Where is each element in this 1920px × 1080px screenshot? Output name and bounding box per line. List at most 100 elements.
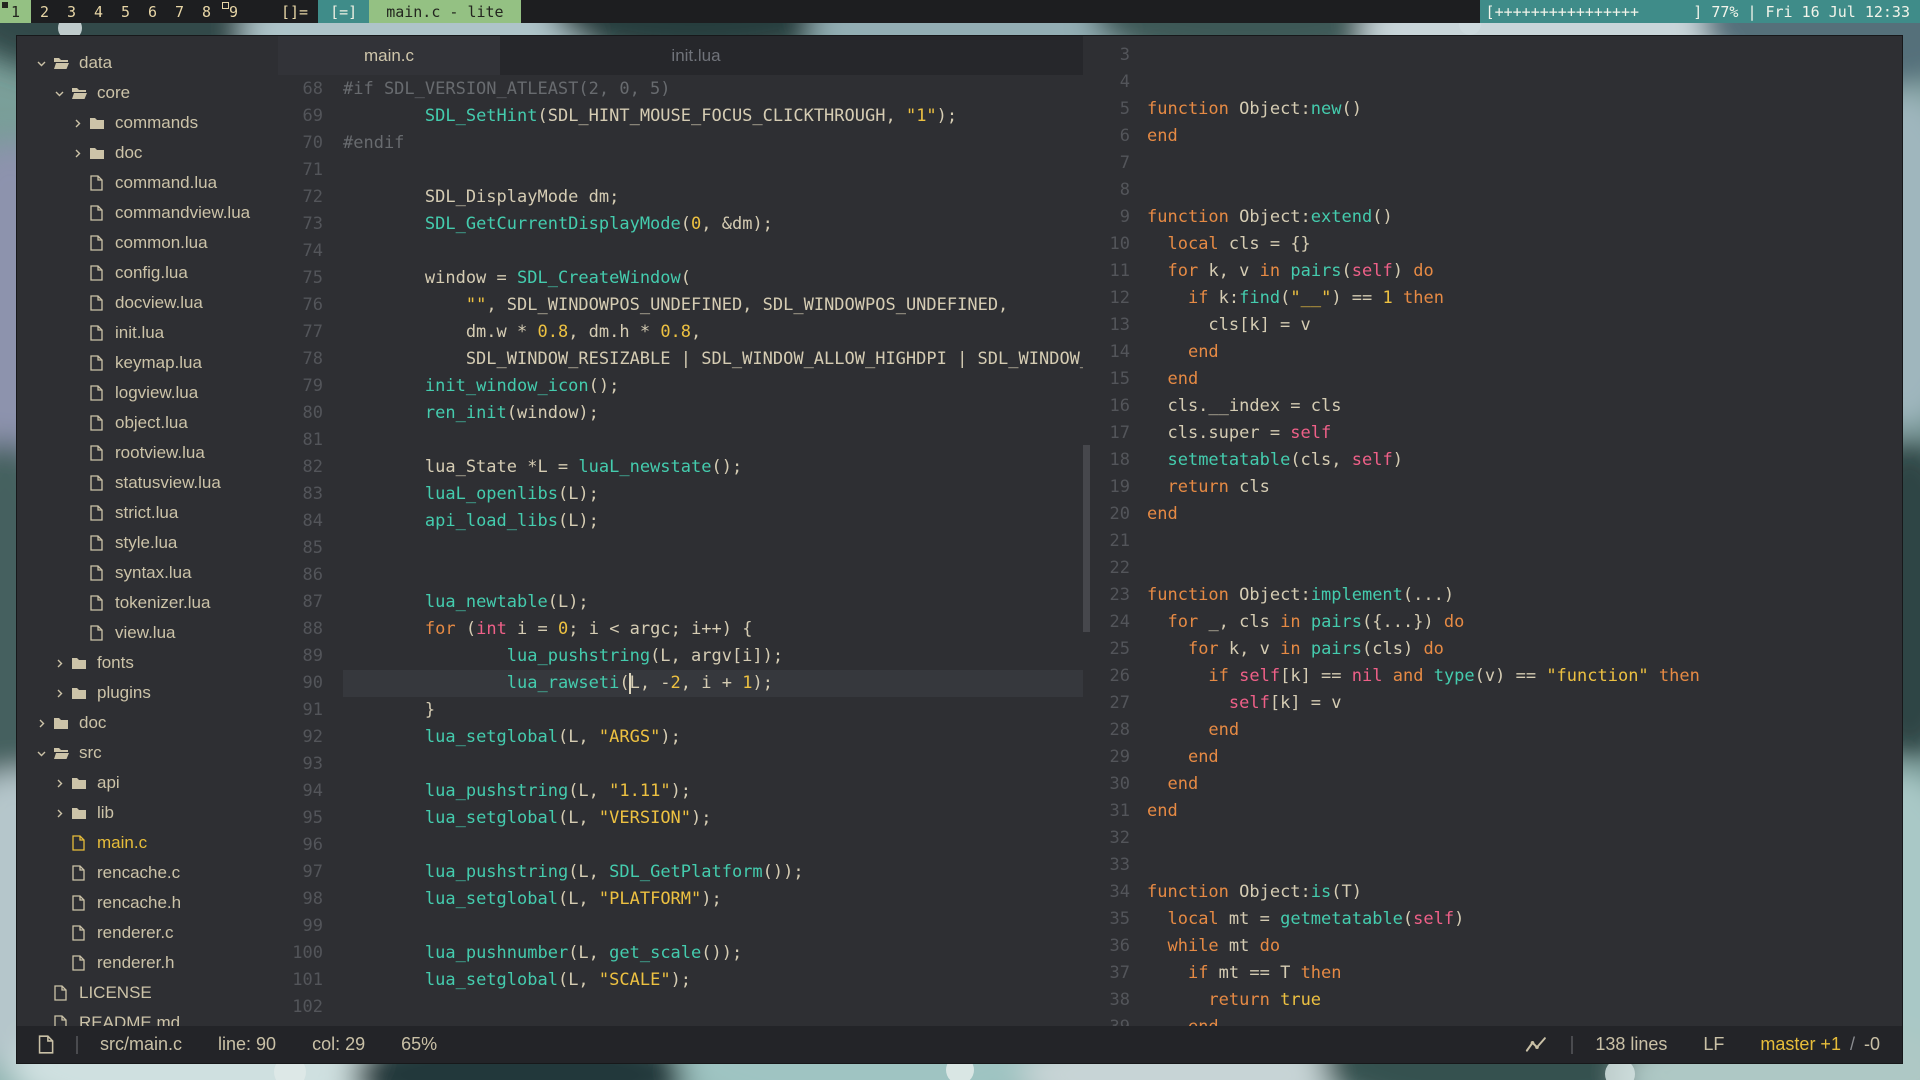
code-line-22[interactable]: 22: [1090, 555, 1902, 582]
tree-file-keymap-lua[interactable]: keymap.lua: [17, 348, 202, 378]
tree-file-init-lua[interactable]: init.lua: [17, 318, 164, 348]
code-line-68[interactable]: 68#if SDL_VERSION_ATLEAST(2, 0, 5): [278, 76, 1083, 103]
workspace-tag-6[interactable]: 6: [139, 0, 166, 23]
code-line-72[interactable]: 72 SDL_DisplayMode dm;: [278, 184, 1083, 211]
code-line-81[interactable]: 81: [278, 427, 1083, 454]
tab-main-c[interactable]: main.c: [278, 36, 500, 75]
tree-file-config-lua[interactable]: config.lua: [17, 258, 188, 288]
code-line-4[interactable]: 4: [1090, 69, 1902, 96]
tree-file-readme-md[interactable]: README.md: [17, 1008, 180, 1026]
tree-expander[interactable]: [54, 688, 71, 699]
workspace-tag-1[interactable]: 1: [0, 0, 31, 23]
tree-expander[interactable]: [54, 88, 71, 99]
workspace-tag-9[interactable]: 9: [220, 0, 247, 23]
layout-symbol[interactable]: []=: [277, 0, 312, 23]
code-line-18[interactable]: 18 setmetatable(cls, self): [1090, 447, 1902, 474]
code-line-30[interactable]: 30 end: [1090, 771, 1902, 798]
workspace-tag-3[interactable]: 3: [58, 0, 85, 23]
code-line-94[interactable]: 94 lua_pushstring(L, "1.11");: [278, 778, 1083, 805]
code-line-39[interactable]: 39 end: [1090, 1014, 1902, 1026]
tree-file-renderer-c[interactable]: renderer.c: [17, 918, 174, 948]
tab-init-lua[interactable]: init.lua: [500, 36, 892, 75]
code-line-102[interactable]: 102: [278, 994, 1083, 1021]
tree-expander[interactable]: [72, 118, 89, 129]
code-line-15[interactable]: 15 end: [1090, 366, 1902, 393]
tree-folder-doc[interactable]: doc: [17, 708, 106, 738]
tree-file-commandview-lua[interactable]: commandview.lua: [17, 198, 250, 228]
code-line-11[interactable]: 11 for k, v in pairs(self) do: [1090, 258, 1902, 285]
code-line-5[interactable]: 5function Object:new(): [1090, 96, 1902, 123]
code-line-93[interactable]: 93: [278, 751, 1083, 778]
tree-file-object-lua[interactable]: object.lua: [17, 408, 188, 438]
code-line-84[interactable]: 84 api_load_libs(L);: [278, 508, 1083, 535]
code-line-6[interactable]: 6end: [1090, 123, 1902, 150]
code-line-29[interactable]: 29 end: [1090, 744, 1902, 771]
tree-expander[interactable]: [54, 808, 71, 819]
tree-folder-src[interactable]: src: [17, 738, 102, 768]
code-line-24[interactable]: 24 for _, cls in pairs({...}) do: [1090, 609, 1902, 636]
code-line-36[interactable]: 36 while mt do: [1090, 933, 1902, 960]
editor-pane-main-c[interactable]: 68#if SDL_VERSION_ATLEAST(2, 0, 5)69 SDL…: [278, 76, 1083, 1026]
code-line-96[interactable]: 96: [278, 832, 1083, 859]
code-line-14[interactable]: 14 end: [1090, 339, 1902, 366]
workspace-tag-4[interactable]: 4: [85, 0, 112, 23]
code-line-3[interactable]: 3: [1090, 42, 1902, 69]
tree-folder-lib[interactable]: lib: [17, 798, 114, 828]
tree-folder-plugins[interactable]: plugins: [17, 678, 151, 708]
tree-file-tokenizer-lua[interactable]: tokenizer.lua: [17, 588, 210, 618]
code-line-88[interactable]: 88 for (int i = 0; i < argc; i++) {: [278, 616, 1083, 643]
code-line-69[interactable]: 69 SDL_SetHint(SDL_HINT_MOUSE_FOCUS_CLIC…: [278, 103, 1083, 130]
tree-folder-commands[interactable]: commands: [17, 108, 198, 138]
code-line-90[interactable]: 90 lua_rawseti(L, -2, i + 1);: [278, 670, 1083, 697]
tree-file-style-lua[interactable]: style.lua: [17, 528, 177, 558]
code-line-76[interactable]: 76 "", SDL_WINDOWPOS_UNDEFINED, SDL_WIND…: [278, 292, 1083, 319]
code-line-89[interactable]: 89 lua_pushstring(L, argv[i]);: [278, 643, 1083, 670]
tree-file-view-lua[interactable]: view.lua: [17, 618, 175, 648]
code-line-10[interactable]: 10 local cls = {}: [1090, 231, 1902, 258]
tree-expander[interactable]: [54, 658, 71, 669]
tree-file-common-lua[interactable]: common.lua: [17, 228, 208, 258]
code-line-101[interactable]: 101 lua_setglobal(L, "SCALE");: [278, 967, 1083, 994]
code-line-19[interactable]: 19 return cls: [1090, 474, 1902, 501]
editor-scrollbar[interactable]: [1083, 445, 1090, 632]
code-line-99[interactable]: 99: [278, 913, 1083, 940]
tree-folder-api[interactable]: api: [17, 768, 120, 798]
code-line-7[interactable]: 7: [1090, 150, 1902, 177]
tree-file-rootview-lua[interactable]: rootview.lua: [17, 438, 205, 468]
tree-file-renderer-h[interactable]: renderer.h: [17, 948, 175, 978]
layout-chip-icon[interactable]: [=]: [318, 0, 369, 23]
code-line-71[interactable]: 71: [278, 157, 1083, 184]
code-line-28[interactable]: 28 end: [1090, 717, 1902, 744]
code-line-92[interactable]: 92 lua_setglobal(L, "ARGS");: [278, 724, 1083, 751]
tree-expander[interactable]: [36, 748, 53, 759]
code-line-97[interactable]: 97 lua_pushstring(L, SDL_GetPlatform());: [278, 859, 1083, 886]
code-line-37[interactable]: 37 if mt == T then: [1090, 960, 1902, 987]
editor-pane-init-lua[interactable]: 345function Object:new()6end789function …: [1090, 42, 1902, 1026]
code-line-33[interactable]: 33: [1090, 852, 1902, 879]
code-line-23[interactable]: 23function Object:implement(...): [1090, 582, 1902, 609]
tree-file-strict-lua[interactable]: strict.lua: [17, 498, 178, 528]
code-line-79[interactable]: 79 init_window_icon();: [278, 373, 1083, 400]
code-line-91[interactable]: 91 }: [278, 697, 1083, 724]
code-line-31[interactable]: 31end: [1090, 798, 1902, 825]
code-line-87[interactable]: 87 lua_newtable(L);: [278, 589, 1083, 616]
tree-file-logview-lua[interactable]: logview.lua: [17, 378, 198, 408]
tree-file-main-c[interactable]: main.c: [17, 828, 147, 858]
code-line-9[interactable]: 9function Object:extend(): [1090, 204, 1902, 231]
code-line-86[interactable]: 86: [278, 562, 1083, 589]
tree-file-rencache-c[interactable]: rencache.c: [17, 858, 180, 888]
code-line-38[interactable]: 38 return true: [1090, 987, 1902, 1014]
code-line-70[interactable]: 70#endif: [278, 130, 1083, 157]
workspace-tag-7[interactable]: 7: [166, 0, 193, 23]
tree-expander[interactable]: [36, 718, 53, 729]
tree-file-statusview-lua[interactable]: statusview.lua: [17, 468, 221, 498]
code-line-32[interactable]: 32: [1090, 825, 1902, 852]
code-line-26[interactable]: 26 if self[k] == nil and type(v) == "fun…: [1090, 663, 1902, 690]
tree-file-rencache-h[interactable]: rencache.h: [17, 888, 181, 918]
workspace-tag-8[interactable]: 8: [193, 0, 220, 23]
code-line-20[interactable]: 20end: [1090, 501, 1902, 528]
code-line-73[interactable]: 73 SDL_GetCurrentDisplayMode(0, &dm);: [278, 211, 1083, 238]
tree-folder-data[interactable]: data: [17, 48, 112, 78]
tree-expander[interactable]: [36, 58, 53, 69]
code-line-35[interactable]: 35 local mt = getmetatable(self): [1090, 906, 1902, 933]
